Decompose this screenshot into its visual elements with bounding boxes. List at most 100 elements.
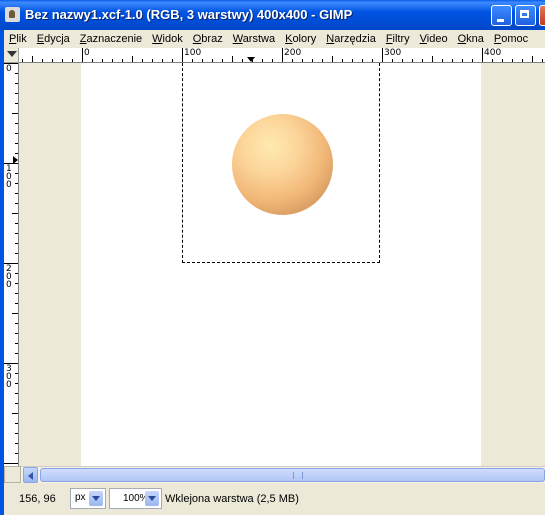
ruler-tick: [15, 403, 18, 404]
ruler-tick: [112, 59, 113, 62]
ruler-tick: [422, 59, 423, 62]
ruler-label-h: 200: [284, 48, 302, 58]
ruler-tick: [15, 133, 18, 134]
menu-widok[interactable]: Widok: [147, 30, 188, 48]
ruler-tick: [152, 59, 153, 62]
zoom-select[interactable]: 100%: [109, 488, 162, 509]
ruler-tick: [172, 59, 173, 62]
menu-label-rest: ideo: [426, 33, 448, 45]
ruler-tick: [122, 59, 123, 62]
ruler-tick: [15, 453, 18, 454]
menu-narzedzia[interactable]: Narzędzia: [321, 30, 381, 48]
ruler-tick: [12, 313, 18, 314]
sphere-image: [232, 114, 333, 215]
ruler-tick: [15, 93, 18, 94]
ruler-tick: [82, 48, 83, 62]
ruler-tick: [15, 383, 18, 384]
ruler-tick: [192, 59, 193, 62]
gimp-app-icon[interactable]: [5, 7, 20, 22]
ruler-tick: [292, 59, 293, 62]
ruler-tick: [15, 423, 18, 424]
pointer-position-marker-h: [247, 57, 255, 62]
horizontal-ruler[interactable]: 0 100 200 300 400: [19, 48, 545, 63]
menu-warstwa[interactable]: Warstwa: [228, 30, 280, 48]
unit-value: px: [75, 492, 86, 503]
ruler-tick: [482, 48, 483, 62]
vertical-ruler[interactable]: 0 100 200 300: [4, 63, 19, 466]
ruler-tick: [15, 123, 18, 124]
menu-label-rest: aznaczenie: [86, 33, 143, 45]
ruler-label-h: 100: [184, 48, 202, 58]
close-button[interactable]: [539, 5, 545, 26]
ruler-tick: [532, 56, 533, 62]
ruler-tick: [15, 353, 18, 354]
menu-mnemonic: W: [152, 33, 163, 45]
scroll-left-arrow-icon[interactable]: [23, 467, 38, 483]
menu-okna[interactable]: Okna: [453, 30, 489, 48]
ruler-tick: [15, 203, 18, 204]
ruler-label-v: 100: [6, 164, 12, 190]
ruler-tick: [392, 59, 393, 62]
navigation-button[interactable]: [4, 466, 21, 483]
maximize-button[interactable]: [515, 5, 536, 26]
menu-zaznaczenie[interactable]: Zaznaczenie: [75, 30, 147, 48]
ruler-tick: [202, 59, 203, 62]
ruler-tick: [132, 56, 133, 62]
ruler-tick: [15, 103, 18, 104]
ruler-label-h: 400: [484, 48, 502, 58]
ruler-tick: [352, 59, 353, 62]
ruler-tick: [462, 59, 463, 62]
menu-mnemonic: E: [36, 33, 45, 45]
menu-label-rest: braz: [201, 33, 223, 45]
ruler-tick: [15, 143, 18, 144]
ruler-tick: [142, 59, 143, 62]
ruler-tick: [502, 59, 503, 62]
ruler-tick: [15, 333, 18, 334]
menu-plik[interactable]: Plik: [4, 30, 32, 48]
ruler-tick: [372, 59, 373, 62]
ruler-tick: [512, 59, 513, 62]
minimize-button[interactable]: [491, 5, 512, 26]
chevron-down-icon[interactable]: [145, 491, 159, 506]
window-title: Bez nazwy1.xcf-1.0 (RGB, 3 warstwy) 400x…: [25, 7, 353, 22]
ruler-tick: [15, 343, 18, 344]
ruler-tick: [312, 59, 313, 62]
menu-video[interactable]: Video: [415, 30, 453, 48]
ruler-tick: [15, 153, 18, 154]
menu-label-rest: lik: [16, 33, 27, 45]
ruler-corner-menu-button[interactable]: [4, 48, 19, 63]
menu-label-rest: dycja: [44, 33, 70, 45]
ruler-tick: [15, 393, 18, 394]
ruler-tick: [22, 59, 23, 62]
ruler-label-v: 0: [6, 64, 12, 74]
ruler-tick: [212, 59, 213, 62]
menu-kolory[interactable]: Kolory: [280, 30, 321, 48]
ruler-tick: [15, 223, 18, 224]
ruler-tick: [15, 243, 18, 244]
menu-pomoc[interactable]: Pomoc: [489, 30, 533, 48]
ruler-tick: [272, 59, 273, 62]
menu-filtry[interactable]: Filtry: [381, 30, 415, 48]
ruler-tick: [15, 193, 18, 194]
ruler-tick: [15, 283, 18, 284]
ruler-tick: [232, 56, 233, 62]
title-bar[interactable]: Bez nazwy1.xcf-1.0 (RGB, 3 warstwy) 400x…: [0, 0, 545, 30]
menu-label-rest: arstwa: [242, 33, 276, 45]
ruler-tick: [72, 59, 73, 62]
ruler-tick: [542, 59, 543, 62]
layer-info: Wklejona warstwa (2,5 MB): [165, 493, 299, 505]
menu-obraz[interactable]: Obraz: [188, 30, 228, 48]
menu-mnemonic: O: [192, 33, 202, 45]
menu-edycja[interactable]: Edycja: [32, 30, 75, 48]
canvas-area[interactable]: [19, 63, 545, 466]
ruler-tick: [15, 183, 18, 184]
chevron-down-icon[interactable]: [89, 491, 103, 506]
scroll-thumb[interactable]: [40, 468, 545, 482]
ruler-tick: [15, 83, 18, 84]
ruler-tick: [162, 59, 163, 62]
unit-select[interactable]: px: [70, 488, 106, 509]
ruler-tick: [262, 59, 263, 62]
ruler-tick: [282, 48, 283, 62]
ruler-tick: [322, 59, 323, 62]
horizontal-scrollbar[interactable]: [21, 466, 545, 483]
